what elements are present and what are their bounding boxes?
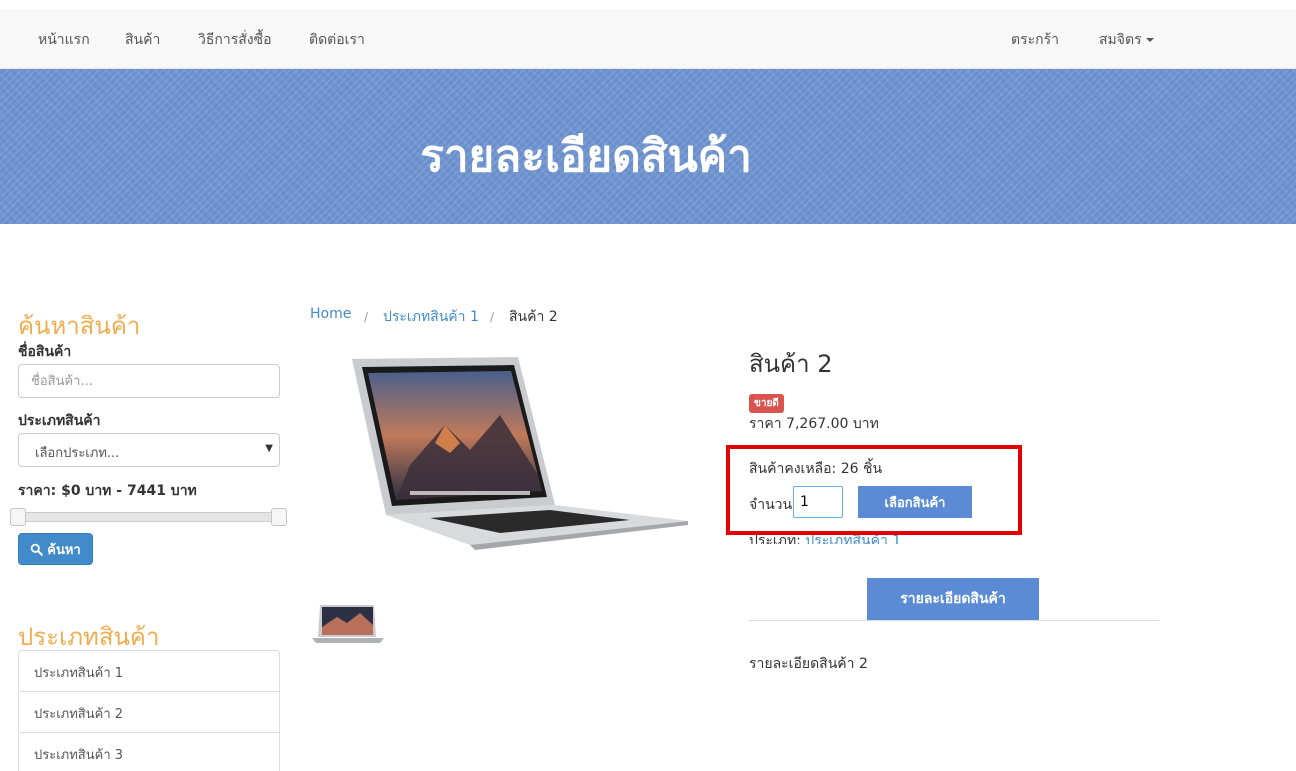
search-button-label: ค้นหา (47, 542, 81, 558)
dropdown-arrow-icon: ▼ (265, 443, 273, 454)
price-slider-max-handle[interactable] (271, 508, 287, 526)
page-banner: รายละเอียดสินค้า (0, 69, 1296, 224)
nav-contact-link[interactable]: ติดต่อเรา (309, 29, 365, 51)
product-type-select[interactable]: เลือกประเภท... ▼ (18, 433, 280, 467)
breadcrumb-separator: / (490, 310, 495, 324)
category-list: ประเภทสินค้า 1 ประเภทสินค้า 2 ประเภทสินค… (18, 650, 280, 771)
search-icon (30, 543, 44, 556)
price-range-label: ราคา: $0 บาท - 7441 บาท (18, 483, 197, 499)
nav-products-link[interactable]: สินค้า (125, 29, 160, 51)
tab-product-details[interactable]: รายละเอียดสินค้า (867, 578, 1039, 620)
product-price: ราคา 7,267.00 บาท (749, 416, 879, 432)
tab-divider (749, 620, 1159, 621)
breadcrumb-home[interactable]: Home (310, 306, 351, 322)
page-title: รายละเอียดสินค้า (420, 131, 752, 182)
product-type-label: ประเภทสินค้า (18, 413, 101, 429)
breadcrumb-separator: / (364, 310, 369, 324)
product-image (352, 357, 688, 550)
nav-user-dropdown[interactable]: สมจิตร (1099, 29, 1154, 51)
nav-home-link[interactable]: หน้าแรก (38, 29, 90, 51)
price-range-slider[interactable] (10, 512, 287, 522)
product-description: รายละเอียดสินค้า 2 (749, 656, 868, 672)
product-name-label: ชื่อสินค้า (18, 344, 72, 360)
breadcrumb-category[interactable]: ประเภทสินค้า 1 (383, 306, 479, 328)
bestseller-badge: ขายดี (749, 394, 784, 413)
nav-cart-link[interactable]: ตระกร้า (1011, 29, 1059, 51)
caret-down-icon (1145, 38, 1154, 42)
product-name-input[interactable] (18, 364, 280, 398)
product-type-selected: เลือกประเภท... (35, 446, 120, 461)
price-slider-min-handle[interactable] (10, 508, 26, 526)
search-heading: ค้นหาสินค้า (18, 312, 141, 340)
product-thumbnail[interactable] (312, 603, 384, 645)
breadcrumb-current: สินค้า 2 (509, 309, 558, 325)
category-item-3[interactable]: ประเภทสินค้า 3 (19, 733, 279, 771)
category-item-1[interactable]: ประเภทสินค้า 1 (19, 651, 279, 692)
search-button[interactable]: ค้นหา (18, 533, 93, 565)
product-name: สินค้า 2 (749, 350, 833, 378)
nav-how-to-order-link[interactable]: วิธีการสั่งซื้อ (198, 29, 272, 51)
top-navbar: หน้าแรก สินค้า วิธีการสั่งซื้อ ติดต่อเรา… (0, 9, 1296, 69)
user-name: สมจิตร (1099, 32, 1142, 48)
highlight-annotation (726, 445, 1022, 535)
category-item-2[interactable]: ประเภทสินค้า 2 (19, 692, 279, 733)
